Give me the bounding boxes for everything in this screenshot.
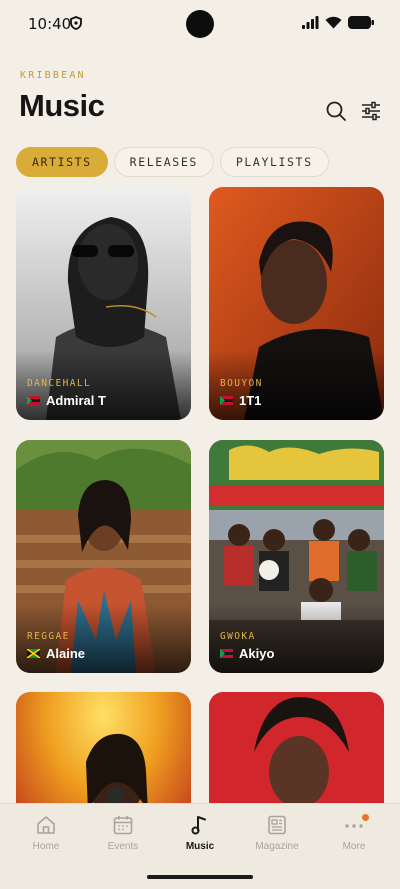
- tab-playlists[interactable]: PLAYLISTS: [219, 147, 329, 177]
- battery-icon: [348, 16, 374, 29]
- artist-name: 1T1: [239, 393, 262, 408]
- nav-label: Events: [107, 841, 139, 852]
- artist-card-akiyo[interactable]: GWOKA Akiyo: [209, 440, 384, 673]
- home-indicator: [147, 875, 253, 879]
- camera-cutout: [186, 10, 214, 38]
- artist-genre: GWOKA: [220, 631, 256, 642]
- artist-grid: DANCEHALL Admiral T BOUYON 1T1 REGGAE Al…: [16, 187, 384, 803]
- flag-icon: [220, 396, 233, 405]
- category-tabs: ARTISTS RELEASES PLAYLISTS: [16, 147, 329, 177]
- nav-magazine[interactable]: Magazine: [237, 814, 317, 864]
- nav-label: Magazine: [255, 841, 299, 852]
- newspaper-icon: [268, 815, 286, 835]
- nav-label: Home: [32, 841, 60, 852]
- nav-music[interactable]: Music: [160, 814, 240, 864]
- artist-photo: [16, 692, 191, 803]
- notification-badge: [362, 814, 369, 821]
- status-bar: 10:40: [0, 0, 400, 48]
- shield-icon: [70, 16, 82, 30]
- flag-icon: [27, 649, 40, 658]
- home-icon: [37, 816, 55, 834]
- page-title: Music: [19, 88, 105, 123]
- artist-name: Alaine: [46, 646, 86, 661]
- artist-photo: [209, 692, 384, 803]
- status-time: 10:40: [28, 15, 72, 33]
- artist-card-admiral-t[interactable]: DANCEHALL Admiral T: [16, 187, 191, 420]
- flag-icon: [220, 649, 233, 658]
- artist-card-alaine[interactable]: REGGAE Alaine: [16, 440, 191, 673]
- filter-sliders-icon[interactable]: [360, 100, 382, 122]
- artist-name: Admiral T: [46, 393, 106, 408]
- wifi-icon: [325, 16, 342, 29]
- artist-genre: REGGAE: [27, 631, 70, 642]
- nav-label: Music: [185, 841, 215, 852]
- nav-label: More: [342, 841, 366, 852]
- artist-card[interactable]: [16, 692, 191, 803]
- artist-card[interactable]: [209, 692, 384, 803]
- nav-more[interactable]: More: [314, 814, 394, 864]
- tab-releases[interactable]: RELEASES: [113, 147, 214, 177]
- music-note-icon: [191, 816, 206, 835]
- artist-card-1t1[interactable]: BOUYON 1T1: [209, 187, 384, 420]
- flag-icon: [27, 396, 40, 405]
- tab-artists[interactable]: ARTISTS: [16, 147, 108, 177]
- search-icon[interactable]: [325, 100, 347, 122]
- signal-icon: [302, 16, 319, 29]
- nav-home[interactable]: Home: [6, 814, 86, 864]
- calendar-icon: [113, 816, 133, 835]
- artist-genre: BOUYON: [220, 378, 263, 389]
- nav-events[interactable]: Events: [83, 814, 163, 864]
- brand-label: KRIBBEAN: [20, 70, 86, 81]
- artist-name: Akiyo: [239, 646, 275, 661]
- artist-genre: DANCEHALL: [27, 378, 92, 389]
